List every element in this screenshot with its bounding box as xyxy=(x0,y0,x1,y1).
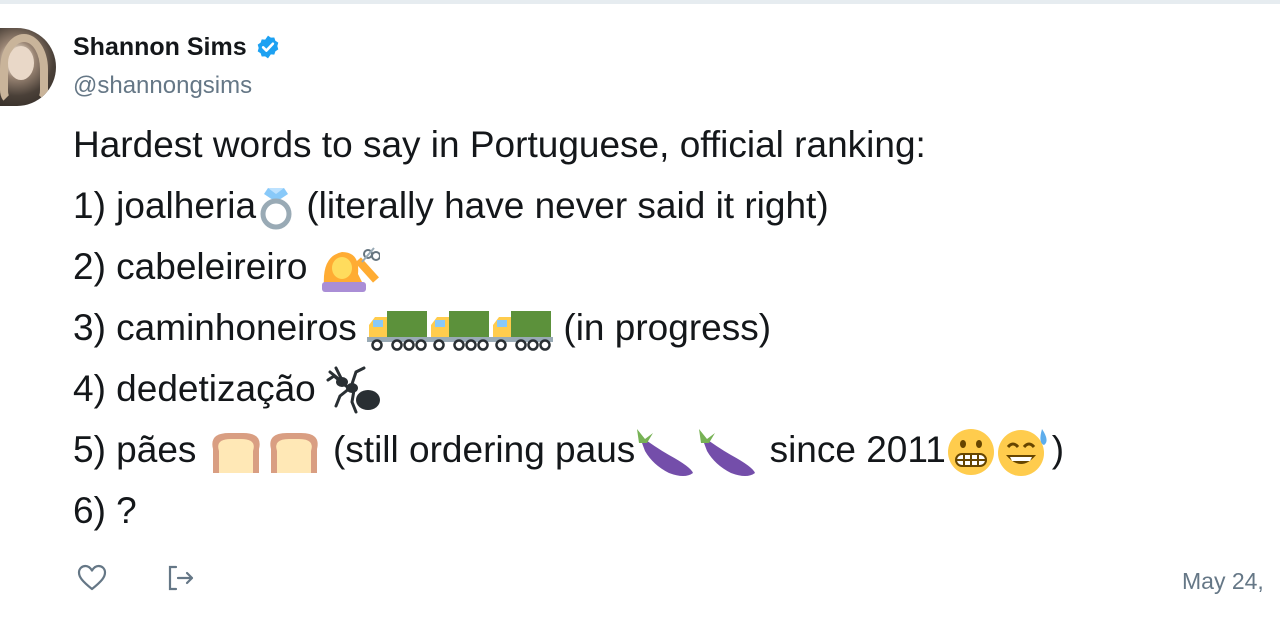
item-text: ) xyxy=(1051,429,1065,470)
tweet-intro: Hardest words to say in Portuguese, offi… xyxy=(73,124,926,165)
eggplant-emoji xyxy=(635,425,697,479)
truck-emoji xyxy=(367,309,430,351)
item-text: since 2011 xyxy=(759,429,946,470)
item-text: 4) dedetização xyxy=(73,368,327,409)
truck-emoji xyxy=(429,309,492,351)
item-text: 5) pães xyxy=(73,429,207,470)
haircut-emoji xyxy=(318,246,380,293)
grimacing-face-emoji xyxy=(946,427,996,477)
share-icon[interactable] xyxy=(164,562,196,594)
heart-icon[interactable] xyxy=(76,562,108,594)
eggplant-emoji xyxy=(697,425,759,479)
item-text: (still ordering paus xyxy=(322,429,636,470)
item-text: 6) ? xyxy=(73,490,137,531)
tweet-actions xyxy=(76,562,196,594)
list-item: 3) caminhoneiros (in progress) xyxy=(73,297,1273,358)
ring-emoji xyxy=(256,186,296,230)
profile-avatar[interactable] xyxy=(0,28,56,106)
sweat-smile-emoji xyxy=(996,427,1052,477)
truck-emoji xyxy=(491,309,554,351)
bread-emoji xyxy=(265,429,323,475)
list-item: 4) dedetização xyxy=(73,358,1273,419)
author-handle[interactable]: @shannongsims xyxy=(73,71,252,101)
top-divider xyxy=(0,0,1280,4)
list-item: 6) ? xyxy=(73,480,1273,541)
item-text: 2) cabeleireiro xyxy=(73,246,318,287)
item-text: (literally have never said it right) xyxy=(296,185,829,226)
author-name-row: Shannon Sims xyxy=(73,30,281,64)
item-text: (in progress) xyxy=(553,307,772,348)
list-item: 2) cabeleireiro xyxy=(73,236,1273,297)
list-item: 1) joalheria (literally have never said … xyxy=(73,175,1273,236)
ant-emoji xyxy=(326,366,384,416)
item-text: 1) joalheria xyxy=(73,185,257,226)
bread-emoji xyxy=(207,429,265,475)
list-item: 5) pães (still ordering paus since 2011 xyxy=(73,419,1273,480)
author-display-name[interactable]: Shannon Sims xyxy=(73,30,247,64)
avatar-face xyxy=(8,46,34,80)
verified-badge-icon xyxy=(255,34,281,60)
item-text: 3) caminhoneiros xyxy=(73,307,368,348)
tweet-text: Hardest words to say in Portuguese, offi… xyxy=(73,114,1273,541)
tweet-timestamp[interactable]: May 24, xyxy=(1182,568,1264,595)
